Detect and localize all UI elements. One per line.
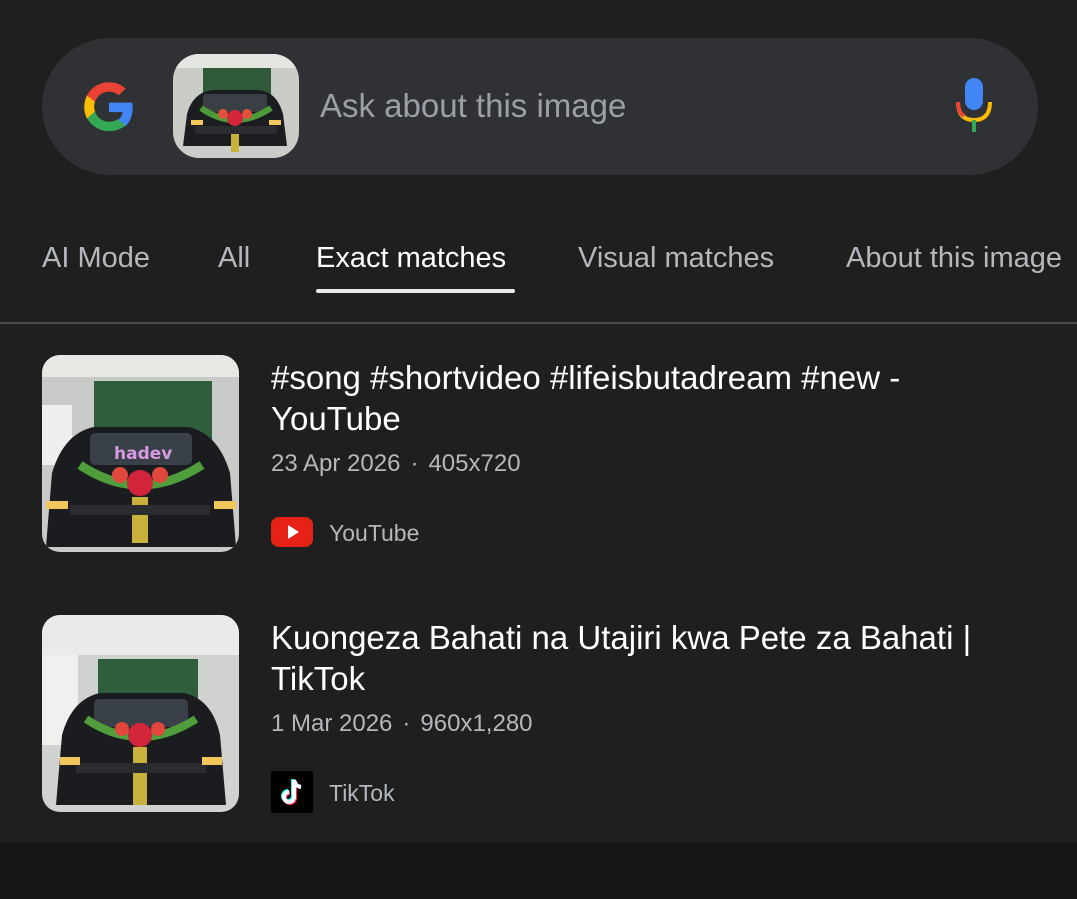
search-results-page: Ask about this image AI Mode All Exact m… <box>0 0 1077 899</box>
result-meta: 23 Apr 2026 · 405x720 <box>271 450 521 478</box>
result-title[interactable]: #song #shortvideo #lifeisbutadream #new … <box>271 357 1031 439</box>
result-source[interactable]: YouTube <box>271 511 671 553</box>
result-meta: 1 Mar 2026 · 960x1,280 <box>271 710 533 738</box>
source-name: TikTok <box>329 780 395 806</box>
result-item[interactable]: hadev #song #shortvideo #lifeisbutadream… <box>0 355 1077 555</box>
microphone-icon[interactable] <box>954 78 994 134</box>
result-item[interactable]: Kuongeza Bahati na Utajiri kwa Pete za B… <box>0 615 1077 815</box>
meta-separator: · <box>402 710 411 737</box>
result-title[interactable]: Kuongeza Bahati na Utajiri kwa Pete za B… <box>271 617 1031 699</box>
result-date: 23 Apr 2026 <box>271 450 401 477</box>
tab-visual-matches[interactable]: Visual matches <box>578 240 774 276</box>
tabs-divider <box>0 322 1077 324</box>
tab-exact-matches[interactable]: Exact matches <box>316 240 506 276</box>
result-thumbnail[interactable]: hadev <box>42 355 239 552</box>
query-image-thumbnail[interactable] <box>173 54 299 158</box>
meta-separator: · <box>410 450 419 477</box>
active-tab-indicator <box>316 289 515 293</box>
result-dimensions: 960x1,280 <box>420 710 533 737</box>
tiktok-icon <box>271 771 313 813</box>
tab-all[interactable]: All <box>218 240 250 276</box>
bottom-edge <box>0 843 1077 899</box>
tab-about-this-image[interactable]: About this image <box>846 240 1062 276</box>
google-g-icon[interactable] <box>80 78 138 136</box>
search-bar[interactable]: Ask about this image <box>42 38 1038 175</box>
tab-ai-mode[interactable]: AI Mode <box>42 240 150 276</box>
result-thumbnail[interactable] <box>42 615 239 812</box>
result-source[interactable]: TikTok <box>271 771 671 813</box>
result-dimensions: 405x720 <box>428 450 521 477</box>
search-input[interactable]: Ask about this image <box>320 86 626 126</box>
thumb-overlay-text: hadev <box>114 444 172 464</box>
youtube-icon <box>271 517 313 547</box>
source-name: YouTube <box>329 520 420 546</box>
search-tabs: AI Mode All Exact matches Visual matches… <box>0 220 1077 322</box>
result-date: 1 Mar 2026 <box>271 710 393 737</box>
